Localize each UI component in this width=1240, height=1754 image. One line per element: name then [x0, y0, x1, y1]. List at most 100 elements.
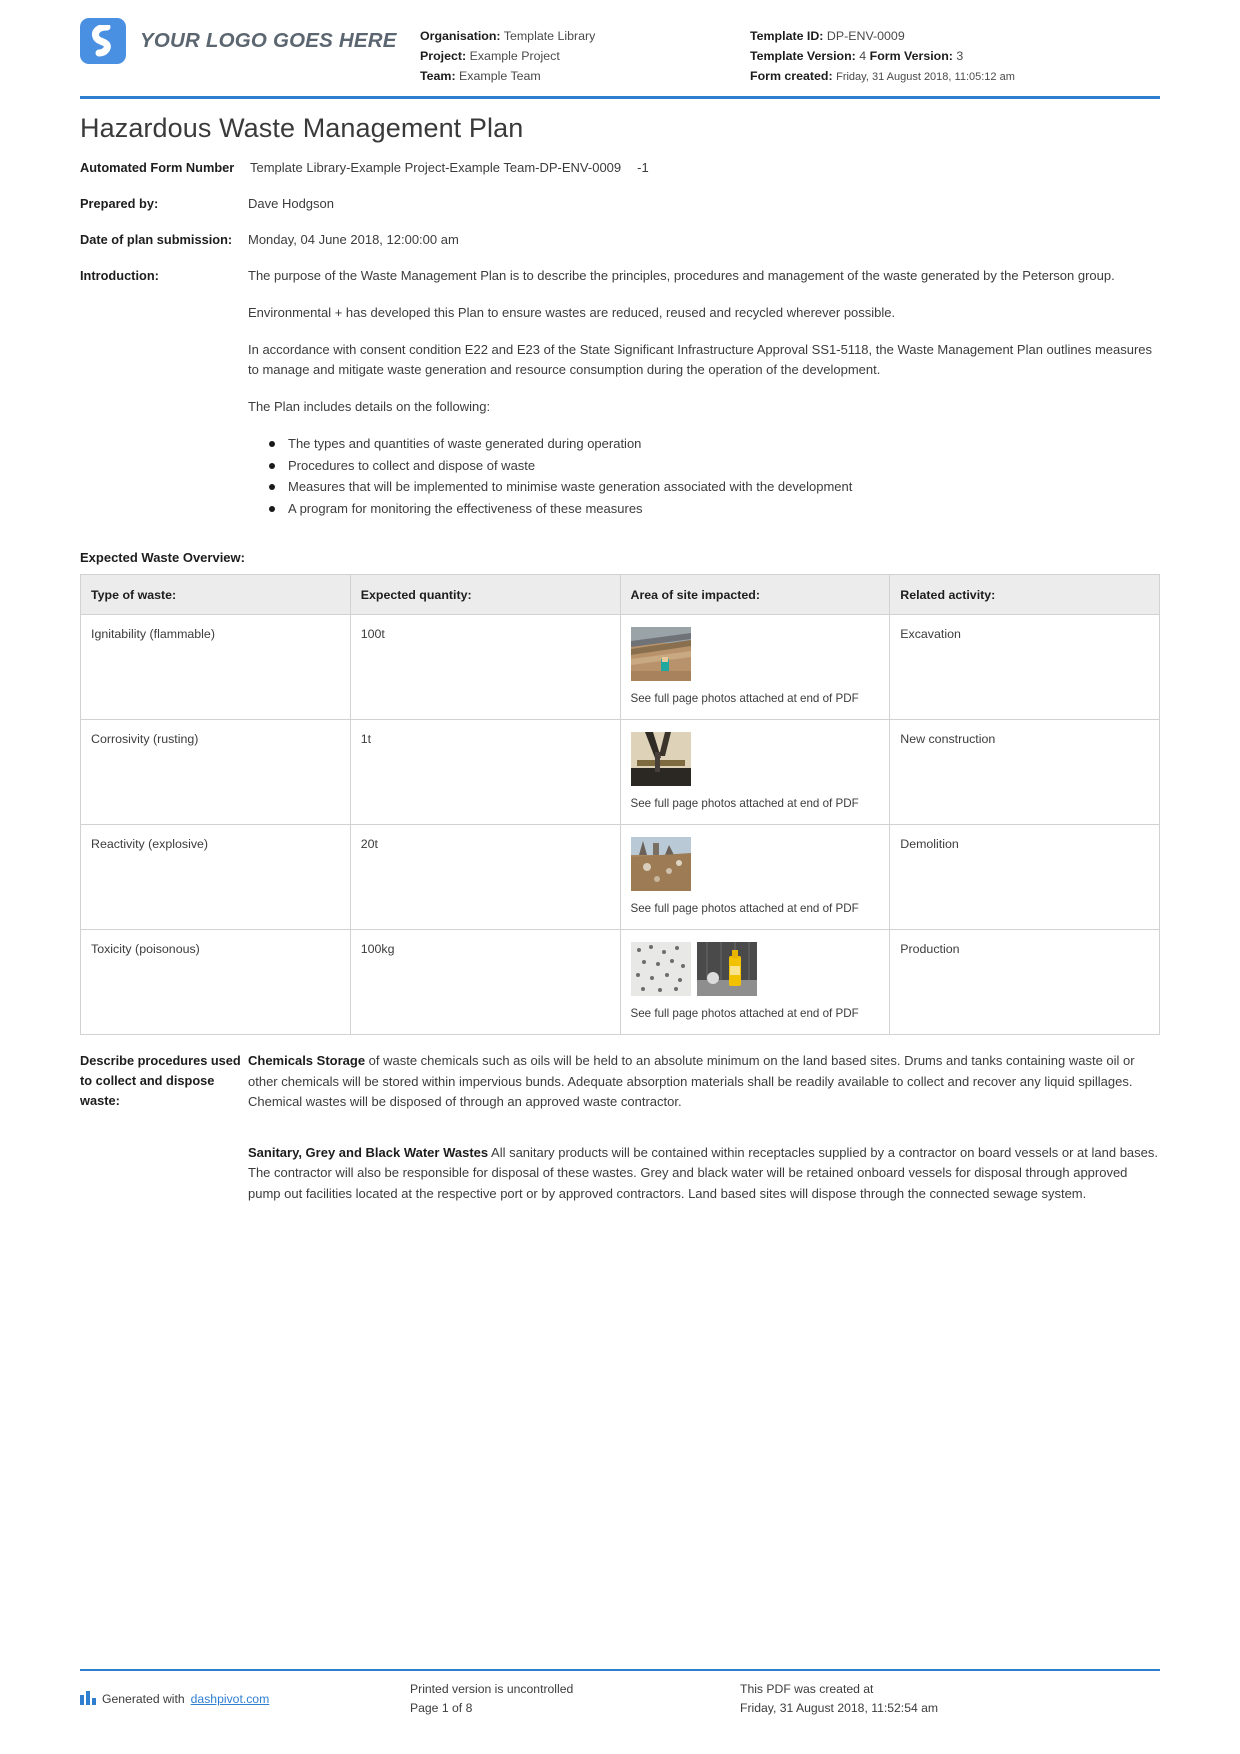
footer-print-status: Printed version is uncontrolled Page 1 o… [410, 1680, 740, 1718]
cell-type-of-waste: Toxicity (poisonous) [80, 929, 351, 1035]
intro-paragraph-4: The Plan includes details on the followi… [248, 399, 491, 414]
dashpivot-link[interactable]: dashpivot.com [191, 1692, 270, 1706]
cell-area-of-site-impacted: See full page photos attached at end of … [619, 929, 891, 1035]
field-value-form-number: Template Library-Example Project-Example… [248, 158, 1160, 178]
field-value-date: Monday, 04 June 2018, 12:00:00 am [248, 232, 459, 247]
meta-organisation: Organisation: Template Library [420, 26, 750, 46]
chemical-containers-photo[interactable] [696, 942, 757, 996]
photo-caption: See full page photos attached at end of … [630, 902, 859, 915]
cell-type-of-waste: Reactivity (explosive) [80, 824, 351, 930]
table-row: Ignitability (flammable) 100t See full p… [80, 614, 1160, 720]
photo-caption: See full page photos attached at end of … [630, 797, 859, 810]
document-footer: Generated with dashpivot.com Printed ver… [80, 1669, 1160, 1718]
photo-strip [630, 732, 880, 786]
column-header-type-of-waste: Type of waste: [80, 574, 351, 615]
logo-block: YOUR LOGO GOES HERE [80, 18, 420, 64]
list-item: A program for monitoring the effectivene… [269, 499, 1160, 520]
cell-area-of-site-impacted: See full page photos attached at end of … [619, 719, 891, 825]
photo-strip [630, 837, 880, 891]
meta-project-label: Project: [420, 49, 467, 63]
field-value-procedures: Chemicals Storage of waste chemicals suc… [248, 1051, 1160, 1204]
meta-project-value: Example Project [469, 49, 560, 63]
photo-strip [630, 627, 880, 681]
field-date-of-plan-submission: Date of plan submission: Monday, 04 June… [80, 230, 1160, 250]
footer-generated-with: Generated with dashpivot.com [80, 1680, 410, 1718]
meta-team-label: Team: [420, 69, 456, 83]
cell-related-activity: New construction [889, 719, 1160, 825]
dashpivot-logo-icon [80, 18, 126, 64]
photo-caption: See full page photos attached at end of … [630, 1007, 859, 1020]
meta-template-id-label: Template ID: [750, 29, 824, 43]
meta-template-version-value: 4 [859, 49, 867, 63]
meta-template-id: Template ID: DP-ENV-0009 [750, 26, 1160, 46]
form-number-suffix: -1 [637, 160, 649, 175]
expected-waste-table: Type of waste: Expected quantity: Area o… [80, 574, 1160, 1035]
cell-type-of-waste: Corrosivity (rusting) [80, 719, 351, 825]
form-number-text: Template Library-Example Project-Example… [250, 160, 622, 175]
rusted-steel-photo[interactable] [630, 732, 691, 786]
table-header-row: Type of waste: Expected quantity: Area o… [80, 574, 1160, 615]
intro-paragraph-3: In accordance with consent condition E22… [248, 342, 1153, 377]
procedure-lead-water-wastes: Sanitary, Grey and Black Water Wastes [248, 1144, 489, 1160]
field-value-prepared-by: Dave Hodgson [248, 196, 334, 211]
procedure-lead-chemicals-storage: Chemicals Storage [248, 1053, 366, 1068]
meta-team-value: Example Team [459, 69, 541, 83]
meta-organisation-label: Organisation: [420, 29, 501, 43]
meta-form-created: Form created: Friday, 31 August 2018, 11… [750, 66, 1160, 87]
plan-details-list: The types and quantities of waste genera… [248, 434, 1160, 519]
field-label-introduction: Introduction: [80, 268, 159, 283]
document-header: YOUR LOGO GOES HERE Organisation: Templa… [80, 0, 1160, 92]
field-prepared-by: Prepared by: Dave Hodgson [80, 194, 1160, 214]
field-label-date: Date of plan submission: [80, 232, 233, 247]
footer-created-at: This PDF was created at Friday, 31 Augus… [740, 1680, 1160, 1718]
header-meta-left: Organisation: Template Library Project: … [420, 18, 750, 86]
intro-paragraph-1: The purpose of the Waste Management Plan… [248, 268, 1115, 283]
meta-project: Project: Example Project [420, 46, 750, 66]
expected-waste-overview-heading: Expected Waste Overview: [80, 550, 245, 565]
meta-template-id-value: DP-ENV-0009 [826, 29, 905, 43]
meta-team: Team: Example Team [420, 66, 750, 86]
meta-organisation-value: Template Library [503, 29, 596, 43]
page-title: Hazardous Waste Management Plan [80, 113, 524, 143]
demolition-rubble-photo[interactable] [630, 837, 691, 891]
column-header-expected-quantity: Expected quantity: [349, 574, 621, 615]
footer-uncontrolled-text: Printed version is uncontrolled [410, 1682, 574, 1696]
meta-form-version-value: 3 [956, 49, 964, 63]
cell-expected-quantity: 1t [349, 719, 621, 825]
cell-expected-quantity: 100t [349, 614, 621, 720]
bar-chart-icon [80, 1690, 96, 1708]
cell-related-activity: Demolition [889, 824, 1160, 930]
meta-versions: Template Version: 4 Form Version: 3 [750, 46, 1160, 66]
table-row: Reactivity (explosive) 20t See full page… [80, 824, 1160, 930]
list-item: Procedures to collect and dispose of was… [269, 456, 1160, 477]
column-header-area-of-site-impacted: Area of site impacted: [619, 574, 891, 615]
cell-related-activity: Excavation [889, 614, 1160, 720]
field-label-form-number: Automated Form Number [80, 160, 235, 175]
field-value-introduction: The purpose of the Waste Management Plan… [248, 266, 1160, 520]
footer-page-number: Page 1 of 8 [410, 1701, 473, 1715]
excavation-trench-photo[interactable] [630, 627, 691, 681]
cell-related-activity: Production [889, 929, 1160, 1035]
table-row: Corrosivity (rusting) 1t See full page p… [80, 719, 1160, 825]
footer-created-label: This PDF was created at [740, 1682, 874, 1696]
chemical-containers-photo[interactable] [630, 942, 691, 996]
meta-form-created-label: Form created: [750, 69, 833, 83]
cell-area-of-site-impacted: See full page photos attached at end of … [619, 614, 891, 720]
list-item: Measures that will be implemented to min… [269, 477, 1160, 498]
procedure-text-chemicals-storage: of waste chemicals such as oils will be … [248, 1053, 1135, 1109]
cell-expected-quantity: 100kg [349, 929, 621, 1035]
cell-type-of-waste: Ignitability (flammable) [80, 614, 351, 720]
meta-form-version-label: Form Version: [869, 49, 953, 63]
footer-divider [80, 1669, 1160, 1671]
photo-caption: See full page photos attached at end of … [630, 692, 859, 705]
field-label-procedures: Describe procedures used to collect and … [80, 1053, 241, 1108]
cell-area-of-site-impacted: See full page photos attached at end of … [619, 824, 891, 930]
cell-expected-quantity: 20t [349, 824, 621, 930]
field-describe-procedures: Describe procedures used to collect and … [80, 1051, 1160, 1204]
field-automated-form-number: Automated Form Number Template Library-E… [80, 158, 1160, 178]
list-item: The types and quantities of waste genera… [269, 434, 1160, 455]
field-label-prepared-by: Prepared by: [80, 196, 159, 211]
document-page: YOUR LOGO GOES HERE Organisation: Templa… [0, 0, 1240, 1754]
table-row: Toxicity (poisonous) 100kg See full page… [80, 929, 1160, 1035]
header-meta-right: Template ID: DP-ENV-0009 Template Versio… [750, 18, 1160, 87]
